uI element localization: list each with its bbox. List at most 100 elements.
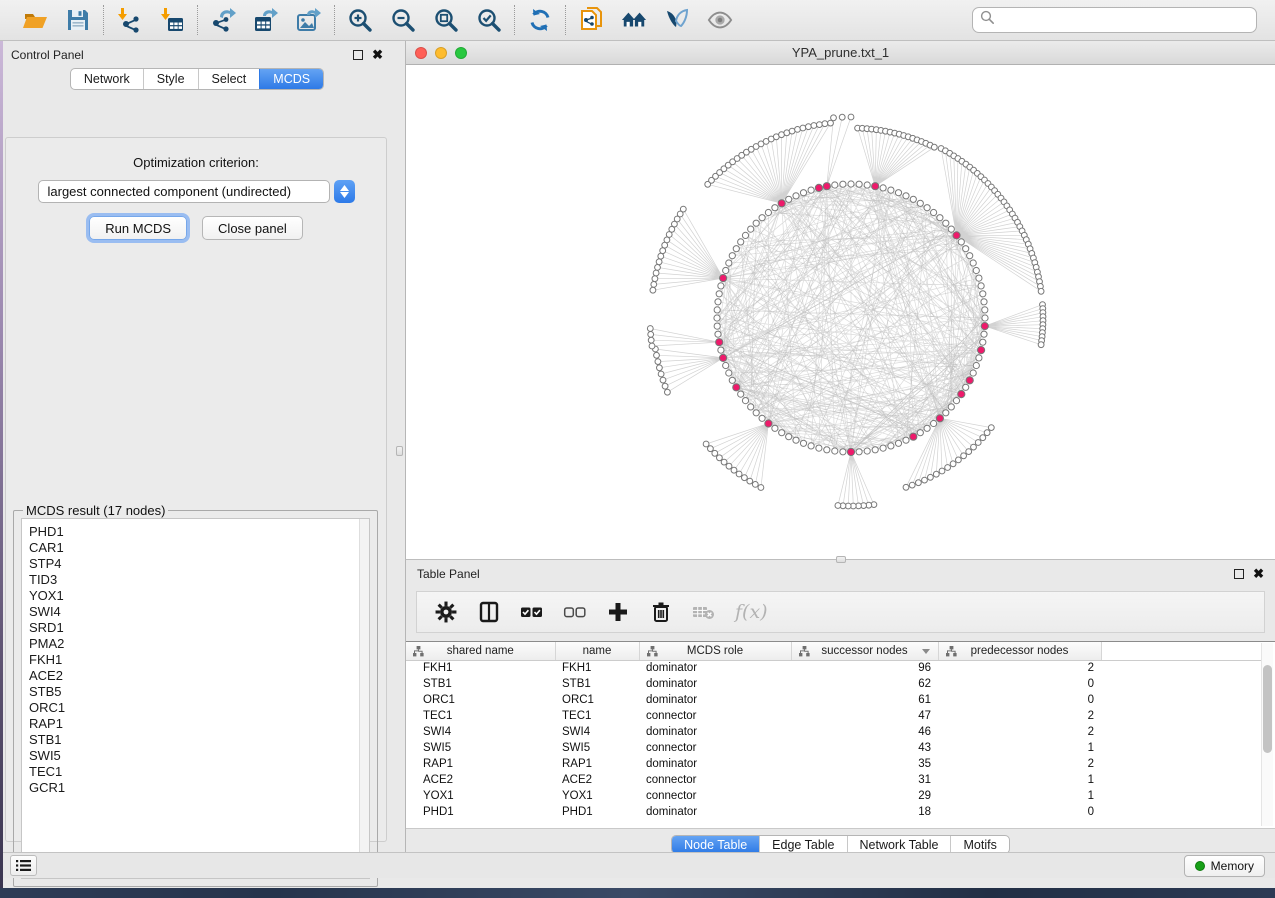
network-node[interactable] [931,144,937,150]
network-node[interactable] [714,323,720,329]
network-node[interactable] [793,193,799,199]
network-node[interactable] [945,465,951,471]
zoom-out-icon[interactable] [390,7,416,33]
network-node[interactable] [970,260,976,266]
network-node[interactable] [723,267,729,273]
cell-predecessor-nodes[interactable]: 2 [938,660,1101,676]
network-node[interactable] [723,362,729,368]
cell-shared-name[interactable]: RAP1 [406,756,555,772]
column-header-MCDS-role[interactable]: MCDS role [639,642,791,660]
network-node[interactable] [759,415,765,421]
network-node[interactable] [786,434,792,440]
cell-MCDS-role[interactable]: dominator [639,676,791,692]
network-node[interactable] [937,215,943,221]
export-image-icon[interactable] [296,7,322,33]
network-node[interactable] [895,190,901,196]
open-file-icon[interactable] [22,7,48,33]
show-hide-icon[interactable] [707,7,733,33]
selected-network-node[interactable] [733,384,740,391]
table-row[interactable]: PHD1PHD1dominator180 [406,804,1264,820]
network-node[interactable] [748,226,754,232]
network-node[interactable] [924,425,930,431]
selected-network-node[interactable] [910,433,917,440]
refresh-network-icon[interactable] [527,7,553,33]
network-node[interactable] [931,209,937,215]
network-node[interactable] [752,482,758,488]
deselect-all-icon[interactable] [563,600,587,624]
network-node[interactable] [922,477,928,483]
network-node[interactable] [680,206,686,212]
column-header-predecessor-nodes[interactable]: predecessor nodes [938,642,1101,660]
network-node[interactable] [715,299,721,305]
selected-network-node[interactable] [815,184,822,191]
cell-shared-name[interactable]: PHD1 [406,804,555,820]
selected-network-node[interactable] [765,420,772,427]
share-session-icon[interactable] [578,7,604,33]
cell-shared-name[interactable]: STB1 [406,676,555,692]
network-node[interactable] [966,449,972,455]
cell-name[interactable]: SWI4 [555,724,639,740]
network-node[interactable] [917,200,923,206]
selected-network-node[interactable] [720,354,727,361]
cell-MCDS-role[interactable]: connector [639,708,791,724]
network-node[interactable] [793,437,799,443]
dropdown-stepper-icon[interactable] [334,180,355,203]
network-node[interactable] [795,127,801,133]
network-node[interactable] [748,404,754,410]
network-node[interactable] [856,449,862,455]
network-canvas[interactable] [406,65,1275,559]
maximize-window-icon[interactable] [455,47,467,59]
network-node[interactable] [910,196,916,202]
network-node[interactable] [888,187,894,193]
network-node[interactable] [759,215,765,221]
network-node[interactable] [811,123,817,129]
network-node[interactable] [963,384,969,390]
tab-edge-table[interactable]: Edge Table [759,836,846,853]
network-node[interactable] [765,209,771,215]
network-node[interactable] [832,448,838,454]
network-node[interactable] [650,287,656,293]
network-node[interactable] [655,359,661,365]
mcds-node-item[interactable]: TID3 [29,572,369,588]
network-node[interactable] [978,283,984,289]
close-window-icon[interactable] [415,47,427,59]
network-node[interactable] [731,467,737,473]
network-node[interactable] [779,430,785,436]
task-history-button[interactable] [10,855,37,876]
network-node[interactable] [981,331,987,337]
run-mcds-button[interactable]: Run MCDS [89,216,187,240]
network-node[interactable] [975,440,981,446]
network-node[interactable] [742,398,748,404]
mcds-node-item[interactable]: STB1 [29,732,369,748]
network-node[interactable] [956,457,962,463]
network-node[interactable] [924,205,930,211]
network-node[interactable] [708,446,714,452]
network-node[interactable] [948,226,954,232]
network-node[interactable] [1038,342,1044,348]
cell-predecessor-nodes[interactable]: 1 [938,772,1101,788]
table-settings-icon[interactable] [434,600,458,624]
mcds-node-item[interactable]: STP4 [29,556,369,572]
network-node[interactable] [988,425,994,431]
network-node[interactable] [817,122,823,128]
close-panel-icon[interactable]: ✖ [1253,569,1264,579]
network-node[interactable] [654,352,660,358]
table-row[interactable]: SWI4SWI4dominator462 [406,724,1264,740]
network-node[interactable] [806,124,812,130]
cell-predecessor-nodes[interactable]: 2 [938,724,1101,740]
network-node[interactable] [980,291,986,297]
network-node[interactable] [718,347,724,353]
mcds-node-item[interactable]: GCR1 [29,780,369,796]
network-node[interactable] [742,475,748,481]
mcds-result-list[interactable]: PHD1CAR1STP4TID3YOX1SWI4SRD1PMA2FKH1ACE2… [21,518,370,879]
column-header-successor-nodes[interactable]: successor nodes [791,642,938,660]
memory-button[interactable]: Memory [1184,855,1265,877]
network-node[interactable] [665,389,671,395]
network-node[interactable] [660,248,666,254]
network-node[interactable] [733,246,739,252]
search-box[interactable] [972,7,1257,33]
mcds-node-item[interactable]: SWI4 [29,604,369,620]
selected-network-node[interactable] [720,275,727,282]
network-node[interactable] [660,377,666,383]
mcds-node-item[interactable]: PHD1 [29,524,369,540]
